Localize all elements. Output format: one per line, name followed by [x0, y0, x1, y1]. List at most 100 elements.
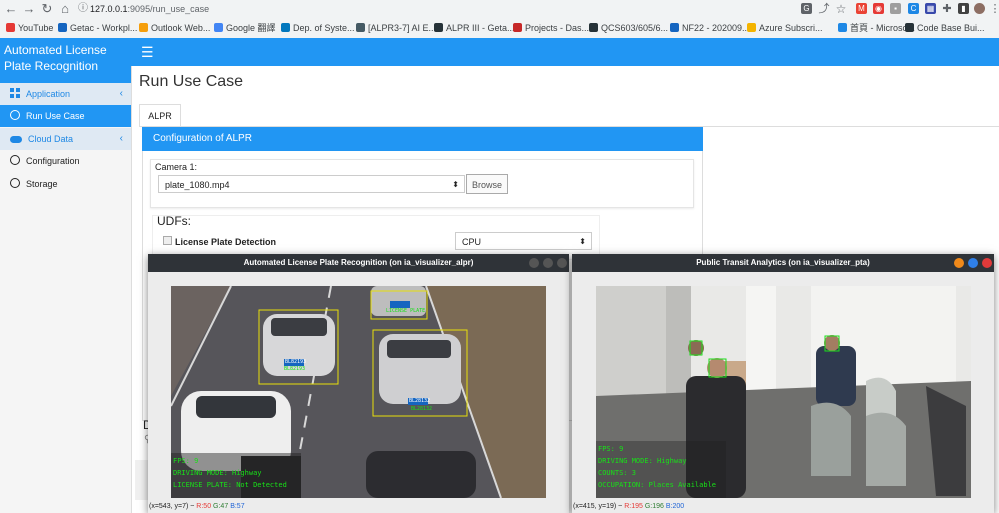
bookmark-item[interactable]: Getac - Workpl... — [58, 21, 137, 35]
grid-icon — [10, 88, 20, 98]
status-green: G:196 — [644, 503, 664, 510]
minimize-icon[interactable] — [954, 258, 964, 268]
hamburger-menu-icon[interactable]: ☰ — [141, 42, 161, 62]
more-menu-icon[interactable]: ⋮ — [988, 2, 999, 16]
extension-indigo-icon[interactable]: ▦ — [925, 3, 936, 14]
close-icon[interactable] — [982, 258, 992, 268]
bookmarks-bar: YouTube Getac - Workpl... Outlook Web... Go… — [0, 19, 999, 39]
updown-caret-icon: ⬍ — [579, 237, 586, 246]
updown-caret-icon: ⬍ — [452, 180, 459, 189]
plate-text: BL82193 — [285, 359, 307, 365]
bookmark-item[interactable]: QCS603/605/6... — [589, 21, 668, 35]
top-navbar: ☰ — [131, 38, 999, 66]
sidebar-item-application[interactable]: Application ‹ — [0, 83, 131, 105]
bookmark-label: YouTube — [18, 23, 54, 33]
url-path: :9095/run_use_case — [127, 4, 210, 14]
udf-checkbox-row[interactable]: License Plate Detection — [163, 236, 276, 247]
forward-arrow-icon[interactable]: → — [22, 2, 36, 16]
status-green: G:47 — [213, 503, 229, 510]
udfs-heading: UDFs: — [157, 214, 191, 228]
tab-alpr[interactable]: ALPR — [139, 104, 181, 127]
bookmark-item[interactable]: ALPR III - Geta... — [434, 21, 515, 35]
sidebar-item-cloud-data[interactable]: Cloud Data ‹ — [0, 128, 131, 150]
maximize-icon[interactable] — [543, 258, 553, 268]
reload-icon[interactable]: ↻ — [40, 2, 54, 16]
url-host: 127.0.0.1 — [90, 4, 128, 14]
udf-checkbox[interactable] — [163, 236, 172, 245]
bookmark-item[interactable]: Google 翻譯 — [214, 21, 276, 35]
page-title: Run Use Case — [139, 73, 244, 90]
bookmark-favicon-icon — [356, 23, 365, 32]
extension-blue-icon[interactable]: C — [908, 3, 919, 14]
sidebar-item-configuration[interactable]: Configuration — [0, 150, 131, 172]
face-box — [824, 335, 840, 352]
avatar[interactable] — [974, 3, 985, 14]
bookmark-favicon-icon — [838, 23, 847, 32]
occupation-text: OCCUPATION: Places Available — [598, 481, 717, 489]
sidebar: Automated License Plate Recognition Appl… — [0, 38, 132, 513]
sidepanel-icon[interactable]: ▮ — [958, 3, 969, 14]
status-red: R:50 — [196, 503, 212, 510]
status-blue: B:200 — [665, 503, 685, 510]
device-select[interactable]: CPU ⬍ — [455, 232, 592, 250]
plate-box — [390, 301, 410, 308]
device-select-value: CPU — [462, 237, 482, 247]
browse-button[interactable]: Browse — [466, 174, 508, 194]
circle-icon — [10, 110, 20, 120]
share-icon[interactable]: ⤴ — [817, 2, 831, 16]
back-arrow-icon[interactable]: ← — [4, 2, 18, 16]
driving-mode-text: DRIVING MODE: Highway — [598, 457, 687, 465]
adblock-icon[interactable]: ◉ — [873, 3, 884, 14]
alpr-visualizer-window[interactable]: Automated License Plate Recognition (on … — [148, 254, 569, 513]
bookmark-item[interactable]: 首頁 - Microso... — [838, 21, 915, 35]
info-icon[interactable]: ⓘ — [76, 2, 90, 16]
bookmark-label: QCS603/605/6... — [601, 23, 669, 33]
home-icon[interactable]: ⌂ — [58, 2, 72, 16]
sidebar-item-label: Storage — [26, 179, 58, 189]
url-field[interactable]: 127.0.0.1:9095/run_use_case — [90, 1, 790, 17]
bookmark-item[interactable]: YouTube — [6, 21, 53, 35]
pixel-status-bar: (x=415, y=19) ~ R:195 G:196 B:200 — [573, 501, 684, 513]
maximize-icon[interactable] — [968, 258, 978, 268]
license-plate-text: LICENSE PLATE: Not Detected — [173, 481, 287, 489]
bookmark-favicon-icon — [58, 23, 67, 32]
bookmark-label: Google 翻譯 — [226, 23, 276, 33]
bookmark-item[interactable]: Outlook Web... — [139, 21, 210, 35]
close-icon[interactable] — [557, 258, 567, 268]
bookmark-favicon-icon — [747, 23, 756, 32]
face-box — [708, 358, 727, 378]
pta-visualizer-window[interactable]: Public Transit Analytics (on ia_visualiz… — [572, 254, 994, 513]
pixel-status-bar: (x=543, y=7) ~ R:50 G:47 B:57 — [149, 501, 245, 513]
bookmark-star-icon[interactable]: ☆ — [834, 2, 848, 16]
camera-select[interactable]: plate_1080.mp4 ⬍ — [158, 175, 465, 193]
circle-icon — [10, 178, 20, 188]
translate-icon[interactable]: G — [801, 3, 812, 14]
bookmark-item[interactable]: Projects - Das... — [513, 21, 589, 35]
bookmark-item[interactable]: Azure Subscri... — [747, 21, 823, 35]
extension-grey-icon[interactable]: ▪ — [890, 3, 901, 14]
minimize-icon[interactable] — [529, 258, 539, 268]
camera-label: Camera 1: — [155, 162, 198, 172]
app-brand[interactable]: Automated License Plate Recognition — [0, 38, 131, 83]
bookmark-label: Getac - Workpl... — [70, 23, 138, 33]
chevron-left-icon: ‹ — [119, 88, 123, 99]
status-red: R:195 — [624, 503, 643, 510]
sidebar-item-label: Run Use Case — [26, 111, 85, 121]
status-coordinates: (x=415, y=19) ~ — [573, 503, 623, 510]
bookmark-item[interactable]: Code Base Bui... — [905, 21, 985, 35]
bookmark-label: Projects - Das... — [525, 23, 590, 33]
bookmark-item[interactable]: Dep. of Syste... — [281, 21, 355, 35]
sidebar-item-label: Configuration — [26, 156, 80, 166]
pta-video-frame: FPS: 9 DRIVING MODE: Highway COUNTS: 3 O… — [596, 286, 971, 498]
circle-icon — [10, 155, 20, 165]
bookmark-favicon-icon — [905, 23, 914, 32]
sidebar-item-run-use-case[interactable]: Run Use Case — [0, 105, 131, 127]
bookmark-favicon-icon — [513, 23, 522, 32]
bookmark-item[interactable]: NF22 - 202009... — [670, 21, 750, 35]
sidebar-item-storage[interactable]: Storage — [0, 173, 131, 195]
puzzle-icon[interactable]: ✚ — [940, 2, 954, 16]
alpr-video-frame: LICENSE PLATE BL82193 BL82193 BL28132 BL… — [171, 286, 546, 498]
gmail-icon[interactable]: M — [856, 3, 867, 14]
bookmark-item[interactable]: [ALPR3-7] AI E... — [356, 21, 436, 35]
driving-mode-text: DRIVING MODE: Highway — [173, 469, 262, 477]
